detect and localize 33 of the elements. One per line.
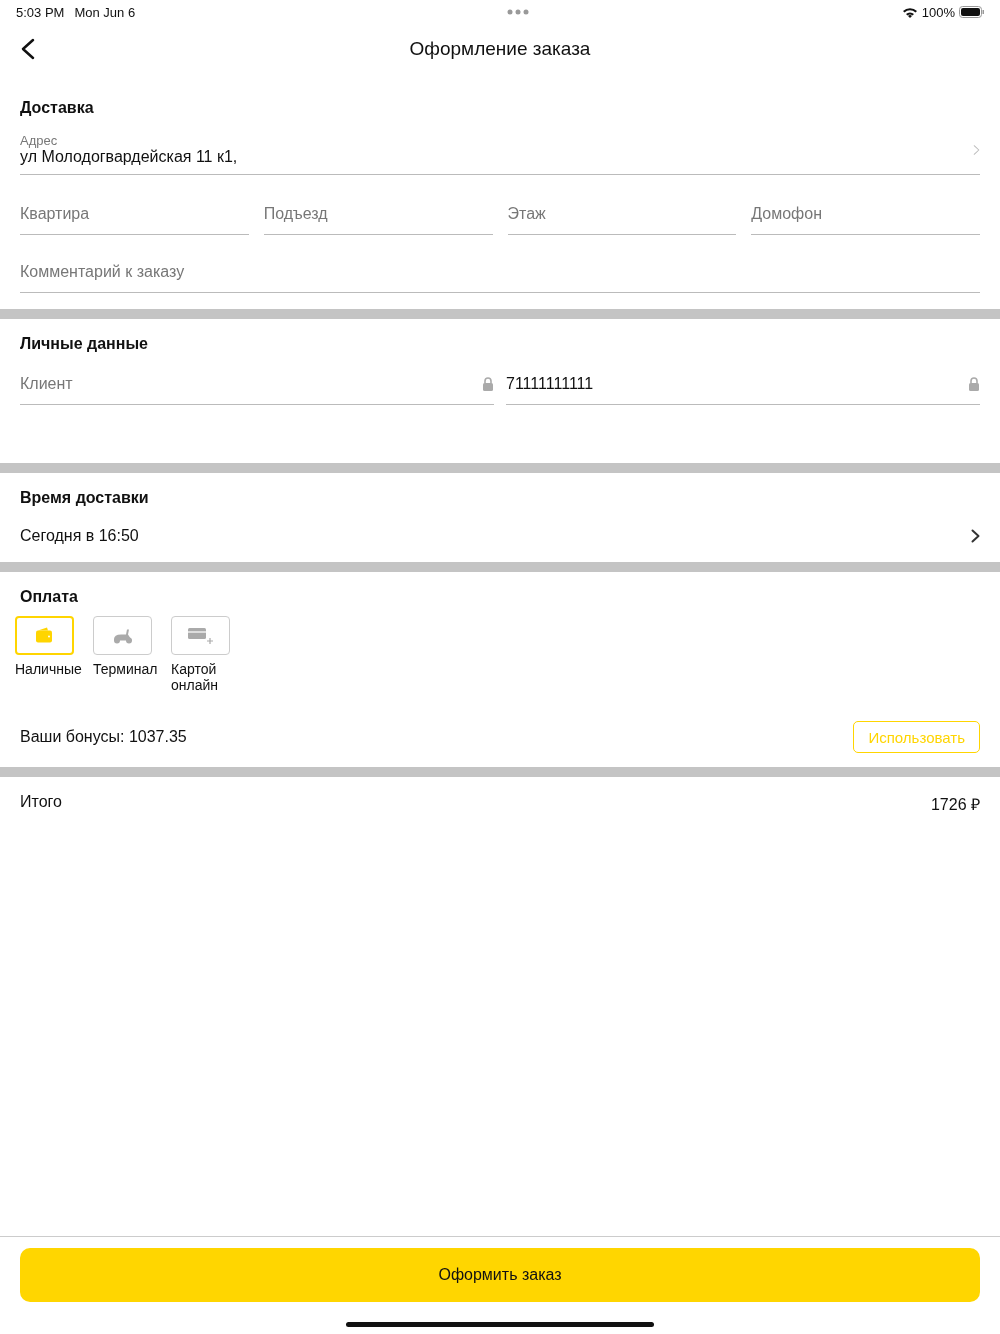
input-field[interactable]: Этаж xyxy=(507,193,737,235)
section-title: Время доставки xyxy=(20,489,150,507)
chevron-right-icon xyxy=(971,529,980,543)
chevron-right-icon xyxy=(973,143,980,156)
address-value: ул Молодогвардейская 11 к1, xyxy=(20,148,238,165)
wallet-icon xyxy=(34,626,55,645)
payment-option[interactable]: Терминал xyxy=(93,616,159,693)
total-value: 1726 ₽ xyxy=(930,795,980,815)
battery-icon xyxy=(959,6,984,18)
status-date: Mon Jun 6 xyxy=(74,4,136,20)
input-field[interactable]: Домофон xyxy=(751,193,980,235)
comment-field[interactable]: Комментарий к заказу xyxy=(20,251,980,293)
payment-option[interactable]: Картой онлайн xyxy=(171,616,237,693)
screen-title: Оформление заказа xyxy=(408,38,592,60)
address-field[interactable]: Адрес ул Молодогвардейская 11 к1, xyxy=(20,125,980,175)
battery-percent: 100% xyxy=(921,4,955,20)
field-label: Адрес xyxy=(20,133,59,148)
payment-option[interactable]: Наличные xyxy=(15,616,81,693)
total-label: Итого xyxy=(20,793,62,812)
bonus-text: Ваши бонусы: 1037.35 xyxy=(20,728,187,746)
wifi-icon xyxy=(901,6,918,18)
delivery-time-value: Сегодня в 16:50 xyxy=(20,527,139,545)
status-time: 5:03 PM xyxy=(16,4,65,20)
input-field[interactable]: Квартира xyxy=(20,193,249,235)
section-title: Оплата xyxy=(20,588,79,606)
submit-order-button[interactable]: Оформить заказ xyxy=(20,1248,980,1302)
input-field[interactable]: Подъезд xyxy=(263,193,493,235)
more-dots-icon[interactable] xyxy=(507,9,530,15)
card-add-icon xyxy=(187,626,214,645)
section-title: Личные данные xyxy=(20,335,149,353)
section-title: Доставка xyxy=(20,99,95,117)
delivery-time-row[interactable]: Сегодня в 16:50 xyxy=(20,527,980,545)
input-field[interactable]: 71111111111 xyxy=(506,363,980,405)
